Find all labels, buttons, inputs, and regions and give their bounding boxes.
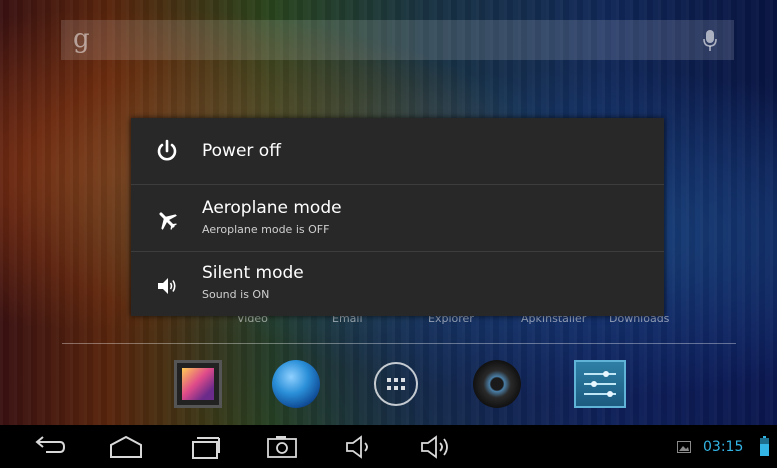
aeroplane-mode-status: Aeroplane mode is OFF [202, 223, 330, 236]
status-clock[interactable]: 03:15 [703, 439, 743, 455]
volume-up-icon[interactable] [418, 433, 454, 461]
airplane-icon [159, 212, 177, 230]
camera-icon[interactable] [265, 433, 299, 461]
aeroplane-mode-option[interactable]: Aeroplane mode Aeroplane mode is OFF [131, 185, 664, 251]
google-g-icon: g [73, 24, 90, 54]
silent-mode-option[interactable]: Silent mode Sound is ON [131, 252, 664, 316]
settings-sliders-icon [584, 371, 616, 397]
dock-all-apps-button[interactable] [374, 362, 418, 406]
dock-divider [62, 343, 736, 344]
apps-grid-icon [387, 378, 405, 390]
dock-settings-icon[interactable] [574, 360, 626, 408]
power-icon [157, 139, 177, 161]
power-off-option[interactable]: Power off [131, 118, 664, 184]
dock-music-speaker-icon[interactable] [473, 360, 521, 408]
device-options-dialog: Power off Aeroplane mode Aeroplane mode … [131, 118, 664, 316]
silent-mode-status: Sound is ON [202, 288, 270, 301]
power-off-label: Power off [202, 141, 281, 161]
gallery-picture [182, 368, 214, 400]
battery-icon [760, 436, 769, 456]
dock-gallery-icon[interactable] [174, 360, 222, 408]
system-navigation-bar: 03:15 [0, 425, 777, 468]
recent-apps-icon[interactable] [187, 433, 223, 461]
speaker-icon [158, 278, 176, 294]
back-icon[interactable] [30, 433, 66, 461]
gallery-notification-icon[interactable] [677, 441, 691, 453]
android-screen: g Video Email Explorer ApkInstaller Down… [0, 0, 777, 468]
silent-mode-label: Silent mode [202, 263, 304, 283]
google-search-bar[interactable]: g [61, 20, 734, 60]
home-icon[interactable] [108, 433, 144, 461]
dock-browser-globe-icon[interactable] [272, 360, 320, 408]
volume-down-icon[interactable] [343, 433, 377, 461]
aeroplane-mode-label: Aeroplane mode [202, 198, 342, 218]
microphone-icon[interactable] [702, 29, 718, 53]
